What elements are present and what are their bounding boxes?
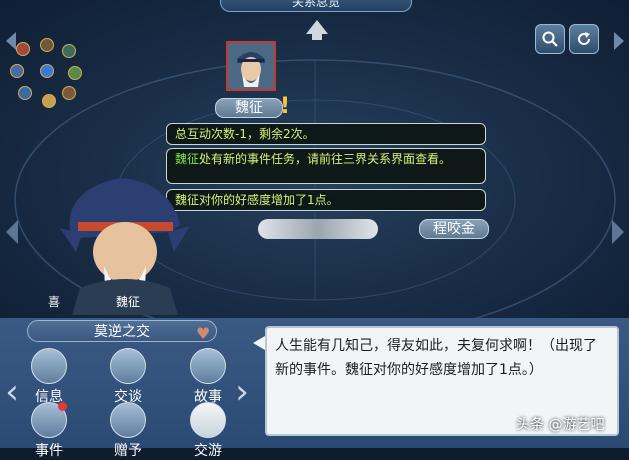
list-icon (31, 402, 67, 438)
search-button[interactable] (535, 24, 565, 54)
actions-prev-arrow-icon[interactable]: ‹ (4, 372, 20, 412)
message-text: 魏征对你的好感度增加了1点。 (175, 193, 339, 207)
minimap-node-icon (62, 86, 76, 100)
message-text: 处有新的事件任务，请前往三界关系界面查看。 (199, 152, 452, 166)
minimap-node-icon (68, 66, 82, 80)
notification-badge (58, 402, 67, 411)
minimap-node-icon (10, 64, 24, 78)
dialog-text: 人生能有几知己，得友如此，夫复何求啊！（出现了新的事件。魏征对你的好感度增加了1… (275, 338, 597, 378)
minimap-node-icon (62, 44, 76, 58)
relation-minimap[interactable] (8, 34, 88, 114)
heart-icon: ♥ (196, 324, 211, 343)
action-talk-button[interactable]: 交谈 (103, 348, 153, 406)
npc-portrait[interactable] (226, 41, 276, 91)
watermark: 头条 @游艺吧 (516, 417, 605, 433)
blurred-name-plate (258, 219, 378, 239)
minimap-node-icon (18, 86, 32, 100)
page-title: 关系总览 (220, 0, 412, 12)
action-story-button[interactable]: 故事 (183, 348, 233, 406)
actions-next-arrow-icon[interactable]: › (234, 372, 250, 412)
scene-left-arrow-icon[interactable] (6, 220, 18, 244)
message-text: 总互动次数-1，剩余2次。 (175, 127, 315, 141)
message-highlight: 魏征 (175, 152, 200, 166)
npc-name-plate-side[interactable]: 程咬金 (419, 219, 489, 239)
relation-level-tab[interactable]: 莫逆之交 (27, 320, 217, 342)
game-scene: 关系总览 魏征 ! 总互动次数-1，剩余2次。 魏征处有新的事件任务，请前往三界… (0, 0, 629, 318)
system-message: 魏征对你的好感度增加了1点。 (166, 189, 486, 211)
gift-icon (110, 402, 146, 438)
system-message: 总互动次数-1，剩余2次。 (166, 123, 486, 145)
refresh-icon (578, 32, 591, 45)
bird-icon (190, 402, 226, 438)
minimap-node-icon (42, 94, 56, 108)
scene-right-arrow-icon[interactable] (612, 220, 624, 244)
minimap-node-icon (40, 64, 54, 78)
action-info-button[interactable]: 信息 (24, 348, 74, 406)
search-icon (542, 31, 558, 47)
system-message: 魏征处有新的事件任务，请前往三界关系界面查看。 (166, 148, 486, 184)
action-outing-button[interactable]: 交游 (183, 402, 233, 460)
refresh-button[interactable] (569, 24, 599, 54)
chat-bubble-icon (110, 348, 146, 384)
scroll-up-arrow-icon[interactable] (306, 20, 328, 40)
action-label: 事件 (35, 443, 63, 459)
minimap-node-icon (16, 42, 30, 56)
book-icon (190, 348, 226, 384)
person-icon (31, 348, 67, 384)
npc-name-plate[interactable]: 魏征 (215, 98, 283, 118)
character-name: 魏征 (116, 295, 141, 309)
action-label: 交游 (194, 443, 222, 459)
alert-icon: ! (280, 94, 291, 119)
corner-right-triangle-icon (614, 32, 624, 50)
action-event-button[interactable]: 事件 (24, 402, 74, 460)
minimap-node-icon (40, 38, 54, 52)
dialog-tail (253, 336, 265, 350)
action-gift-button[interactable]: 赠予 (103, 402, 153, 460)
npc-face-icon (228, 43, 274, 89)
mood-label: 喜 (48, 295, 61, 309)
action-label: 赠予 (114, 443, 142, 459)
